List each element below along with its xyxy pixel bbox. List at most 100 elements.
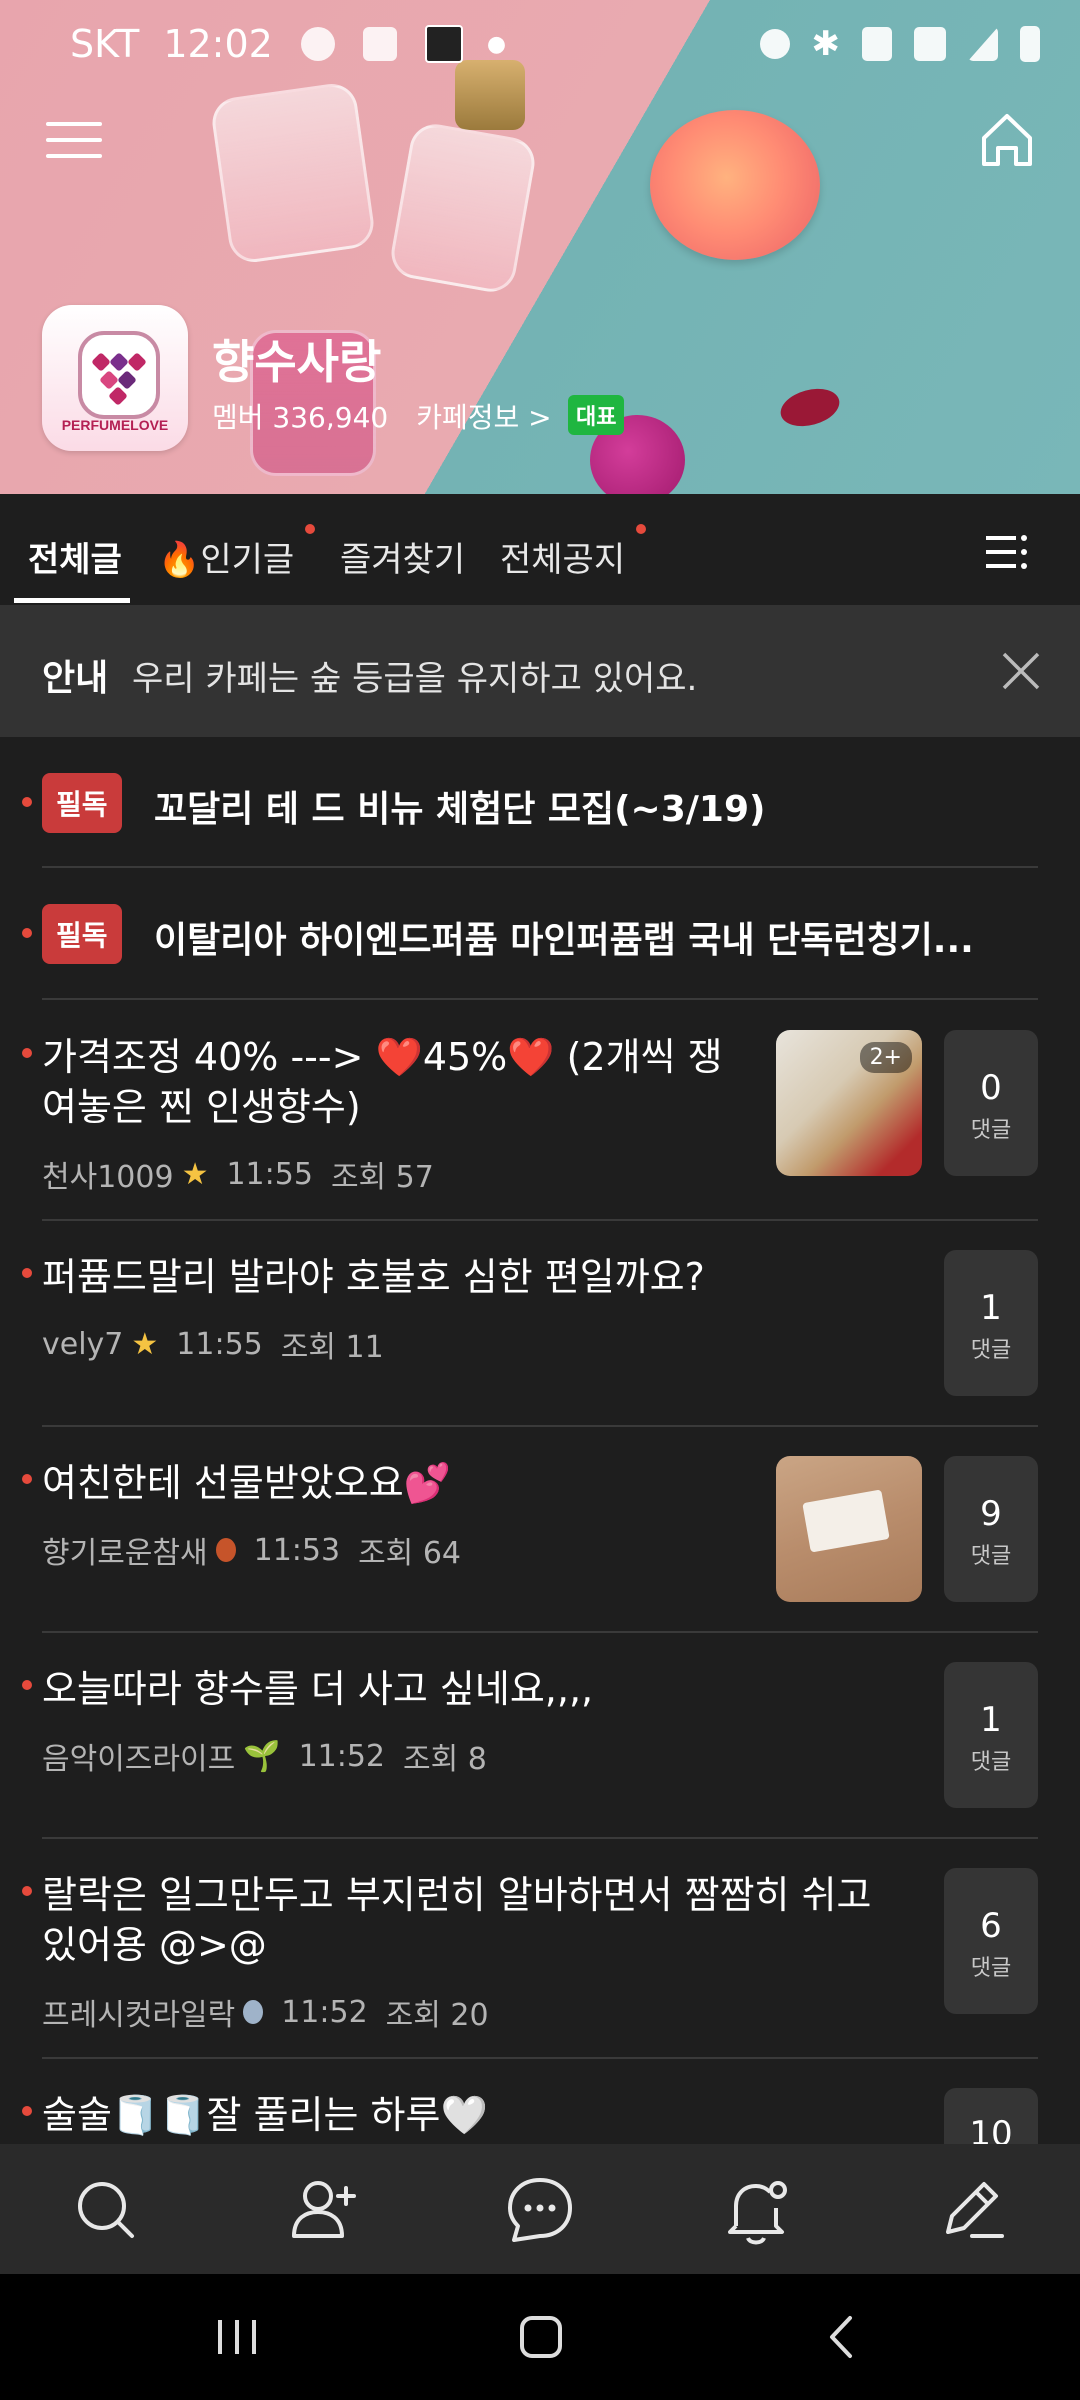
post-title[interactable]: 술술🧻🧻잘 풀리는 하루🤍 (42, 2090, 488, 2140)
post-meta: 천사1009 ★ 11:55 조회 57 (42, 1152, 434, 1196)
comment-count-box[interactable]: 6 댓글 (944, 1868, 1038, 2014)
post-title-line: 있어용 @>@ (42, 1923, 267, 1967)
system-navigation-bar (0, 2274, 1080, 2400)
post-author: 프레시컷라일락 (42, 1998, 236, 2033)
recent-apps-icon[interactable] (212, 2312, 262, 2362)
divider (42, 1837, 1038, 1839)
comment-label: 댓글 (970, 1956, 1012, 1981)
close-icon[interactable] (1000, 650, 1042, 692)
new-post-dot (22, 1474, 32, 1484)
post-author: 음악이즈라이프 (42, 1742, 236, 1777)
tab-popular[interactable]: 🔥인기글 (158, 532, 294, 581)
post-views: 조회 57 (330, 1160, 434, 1195)
home-icon[interactable] (978, 110, 1036, 170)
mute-icon (862, 27, 892, 61)
comment-count-box[interactable]: 0 댓글 (944, 1030, 1038, 1176)
notice-banner: 안내 우리 카페는 숲 등급을 유지하고 있어요. (0, 605, 1080, 737)
comment-count-box[interactable]: 9 댓글 (944, 1456, 1038, 1602)
post-author: 향기로운참새 (42, 1536, 208, 1571)
post-title[interactable]: 퍼퓸드말리 발라야 호불호 심한 편일까요? (42, 1252, 705, 1302)
new-post-dot (22, 1886, 32, 1896)
comment-count-box[interactable]: 10 (944, 2088, 1038, 2144)
carrier: SKT (70, 22, 140, 66)
notification-settings-icon[interactable] (716, 2170, 796, 2250)
image-count-badge: 2+ (859, 1042, 912, 1073)
post-thumbnail[interactable] (776, 1456, 922, 1602)
perfume-bottle-image (387, 120, 539, 296)
divider (42, 2057, 1038, 2059)
comment-count-box[interactable]: 1 댓글 (944, 1250, 1038, 1396)
cafe-logo[interactable]: PERFUMELOVE (42, 305, 188, 451)
post-time: 11:55 (226, 1156, 313, 1192)
cafe-name: 향수사랑 (212, 335, 382, 389)
post-time: 11:52 (281, 1994, 368, 2030)
post-title[interactable]: 랄락은 일그만두고 부지런히 알바하면서 짬짬히 쉬고 있어용 @>@ (42, 1870, 872, 1970)
battery-icon (1020, 26, 1040, 62)
new-post-dot (22, 797, 32, 807)
new-post-dot (22, 1680, 32, 1690)
post-title-line: 랄락은 일그만두고 부지런히 알바하면서 짬짬히 쉬고 (42, 1873, 872, 1917)
tab-bar: 전체글 🔥인기글 즐겨찾기 전체공지 (0, 494, 1080, 604)
petal-image (776, 382, 844, 433)
tab-all-notices[interactable]: 전체공지 (500, 532, 625, 581)
pinned-post-title[interactable]: 꼬달리 테 드 비뉴 체험단 모집(~3/19) (154, 780, 1014, 832)
5g-icon (914, 27, 946, 61)
status-bar: SKT 12:02 ● ✱ (0, 0, 1080, 90)
talk-icon (300, 27, 335, 61)
divider (42, 866, 1038, 868)
comment-count: 1 (980, 1700, 1002, 1740)
comment-label: 댓글 (970, 1544, 1012, 1569)
pinned-tag: 필독 (42, 773, 122, 833)
grade-medal-icon (215, 1538, 236, 1562)
logo-text: PERFUMELOVE (61, 417, 169, 433)
add-member-icon[interactable] (284, 2170, 364, 2250)
search-icon[interactable] (66, 2170, 146, 2250)
back-icon[interactable] (818, 2312, 868, 2362)
tab-favorites[interactable]: 즐겨찾기 (340, 532, 465, 581)
grade-sprout-icon: 🌱 (243, 1738, 281, 1774)
divider (42, 998, 1038, 1000)
post-title[interactable]: 오늘따라 향수를 더 사고 싶네요,,,, (42, 1664, 593, 1714)
new-post-dot (22, 928, 32, 938)
representative-badge: 대표 (568, 395, 625, 435)
gallery-icon (362, 27, 397, 61)
post-author: vely7 (42, 1326, 124, 1362)
divider (42, 1219, 1038, 1221)
cafe-info-link[interactable]: 카페정보 > (416, 396, 551, 436)
post-views: 조회 64 (358, 1536, 461, 1571)
post-meta: 향기로운참새 11:53 조회 64 (42, 1528, 461, 1572)
new-post-dot (22, 1048, 32, 1058)
grade-star-icon: ★ (131, 1326, 159, 1362)
grade-star-icon: ★ (181, 1156, 209, 1192)
notice-text: 우리 카페는 숲 등급을 유지하고 있어요. (132, 659, 698, 699)
member-count: 멤버 336,940 (212, 401, 389, 434)
tab-all-posts[interactable]: 전체글 (28, 532, 122, 581)
comment-label: 댓글 (970, 1338, 1012, 1363)
post-title[interactable]: 가격조정 40% ---> ❤️45%❤️ (2개씩 쟁 여놓은 찐 인생향수) (42, 1032, 723, 1132)
new-indicator (636, 524, 646, 534)
divider (42, 1631, 1038, 1633)
post-meta: 음악이즈라이프 🌱 11:52 조회 8 (42, 1734, 487, 1778)
post-meta: vely7 ★ 11:55 조회 11 (42, 1322, 384, 1366)
post-thumbnail[interactable]: 2+ (776, 1030, 922, 1176)
signal-icon (968, 27, 998, 61)
post-title[interactable]: 여친한테 선물받았오요💕 (42, 1458, 451, 1508)
comment-count-box[interactable]: 1 댓글 (944, 1662, 1038, 1808)
post-time: 11:55 (176, 1326, 263, 1362)
home-nav-icon[interactable] (516, 2312, 566, 2362)
write-icon[interactable] (932, 2170, 1012, 2250)
more-dot-icon: ● (486, 31, 507, 57)
menu-button[interactable] (46, 118, 102, 162)
grade-medal-icon (243, 2000, 264, 2024)
chat-icon[interactable] (500, 2170, 580, 2250)
board-list-icon[interactable] (986, 534, 1028, 570)
new-post-dot (22, 2106, 32, 2116)
post-title-line: 여놓은 찐 인생향수) (42, 1085, 361, 1129)
active-tab-indicator (14, 598, 130, 603)
pinned-post-title[interactable]: 이탈리아 하이엔드퍼퓸 마인퍼퓸랩 국내 단독런칭기... (154, 911, 1014, 963)
comment-label: 댓글 (970, 1750, 1012, 1775)
post-meta: 프레시컷라일락 11:52 조회 20 (42, 1990, 489, 2034)
new-post-dot (22, 1268, 32, 1278)
comment-count: 9 (980, 1494, 1002, 1534)
post-views: 조회 11 (280, 1330, 384, 1365)
